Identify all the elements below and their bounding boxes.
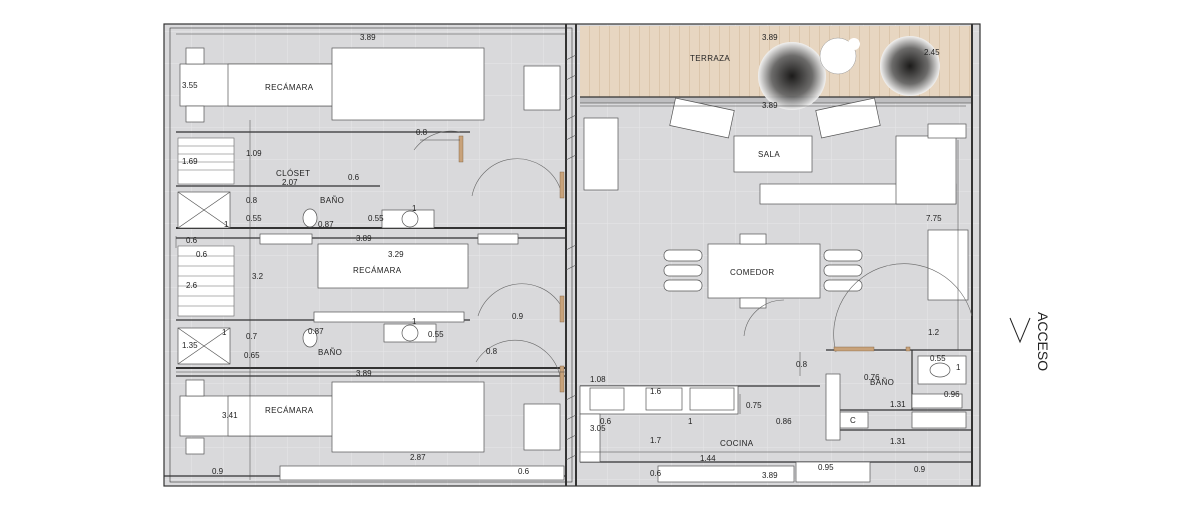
- svg-text:0.9: 0.9: [212, 467, 224, 476]
- svg-text:1.6: 1.6: [650, 387, 662, 396]
- wardrobe-rec3: [523, 403, 561, 451]
- svg-text:0.6: 0.6: [518, 467, 530, 476]
- svg-text:1.31: 1.31: [890, 437, 906, 446]
- svg-text:1.2: 1.2: [928, 328, 940, 337]
- svg-text:0.6: 0.6: [196, 250, 208, 259]
- svg-text:0.9: 0.9: [512, 312, 524, 321]
- svg-text:0.75: 0.75: [746, 401, 762, 410]
- svg-text:0.8: 0.8: [796, 360, 808, 369]
- svg-text:2.07: 2.07: [282, 178, 298, 187]
- svg-text:0.55: 0.55: [246, 214, 262, 223]
- svg-text:0.95: 0.95: [818, 463, 834, 472]
- svg-text:0.6: 0.6: [186, 236, 198, 245]
- label-bano-1: BAÑO: [320, 196, 344, 205]
- svg-text:1.09: 1.09: [246, 149, 262, 158]
- svg-text:3.55: 3.55: [182, 81, 198, 90]
- svg-text:3.05: 3.05: [590, 424, 606, 433]
- label-closet: CLÓSET: [276, 169, 310, 178]
- label-recamara-3: RECÁMARA: [265, 406, 314, 415]
- svg-text:0.8: 0.8: [416, 128, 428, 137]
- svg-text:0.55: 0.55: [428, 330, 444, 339]
- svg-text:0.55: 0.55: [930, 354, 946, 363]
- svg-text:1.7: 1.7: [650, 436, 662, 445]
- svg-text:0.8: 0.8: [486, 347, 498, 356]
- label-cocina: COCINA: [720, 439, 754, 448]
- svg-text:0.87: 0.87: [308, 327, 324, 336]
- svg-text:0.55: 0.55: [368, 214, 384, 223]
- svg-text:0.8: 0.8: [246, 196, 258, 205]
- svg-text:1.44: 1.44: [700, 454, 716, 463]
- svg-text:7.75: 7.75: [926, 214, 942, 223]
- label-recamara-1: RECÁMARA: [265, 83, 314, 92]
- svg-text:1.08: 1.08: [590, 375, 606, 384]
- svg-text:2.45: 2.45: [924, 48, 940, 57]
- svg-text:1.69: 1.69: [182, 157, 198, 166]
- floor-plan: TERRAZA SALA COMEDOR COCINA RECÁMARA REC…: [163, 23, 1051, 487]
- svg-text:1: 1: [956, 363, 961, 372]
- svg-text:1: 1: [412, 204, 417, 213]
- svg-text:1: 1: [222, 328, 227, 337]
- svg-text:1: 1: [224, 220, 229, 229]
- svg-text:1: 1: [688, 417, 693, 426]
- svg-text:3.89: 3.89: [360, 33, 376, 42]
- svg-text:0.76: 0.76: [864, 373, 880, 382]
- label-terraza: TERRAZA: [690, 54, 730, 63]
- svg-text:3.41: 3.41: [222, 411, 238, 420]
- svg-text:1.31: 1.31: [890, 400, 906, 409]
- svg-text:1: 1: [412, 317, 417, 326]
- label-comedor: COMEDOR: [730, 268, 775, 277]
- svg-text:3.89: 3.89: [762, 101, 778, 110]
- label-appliance-c: C: [850, 416, 856, 425]
- access-arrow-icon: [1009, 317, 1031, 344]
- svg-text:3.89: 3.89: [762, 33, 778, 42]
- svg-text:1.35: 1.35: [182, 341, 198, 350]
- svg-text:3.2: 3.2: [252, 272, 264, 281]
- svg-text:0.86: 0.86: [776, 417, 792, 426]
- svg-text:0.9: 0.9: [914, 465, 926, 474]
- svg-text:2.87: 2.87: [410, 453, 426, 462]
- svg-text:0.87: 0.87: [318, 220, 334, 229]
- svg-text:0.65: 0.65: [244, 351, 260, 360]
- svg-text:0.6: 0.6: [348, 173, 360, 182]
- toilet-1: [302, 208, 318, 228]
- label-bano-2: BAÑO: [318, 348, 342, 357]
- svg-text:3.89: 3.89: [762, 471, 778, 480]
- access-label: ACCESO: [1035, 312, 1051, 371]
- svg-text:0.96: 0.96: [944, 390, 960, 399]
- svg-text:3.89: 3.89: [356, 369, 372, 378]
- label-recamara-2: RECÁMARA: [353, 266, 402, 275]
- label-sala: SALA: [758, 150, 780, 159]
- svg-text:0.7: 0.7: [246, 332, 258, 341]
- svg-text:3.89: 3.89: [356, 234, 372, 243]
- svg-text:0.6: 0.6: [650, 469, 662, 478]
- tv-unit: [583, 117, 619, 191]
- svg-text:2.6: 2.6: [186, 281, 198, 290]
- access-marker: ACCESO: [1009, 312, 1051, 371]
- wardrobe-rec1: [523, 65, 561, 111]
- svg-text:3.29: 3.29: [388, 250, 404, 259]
